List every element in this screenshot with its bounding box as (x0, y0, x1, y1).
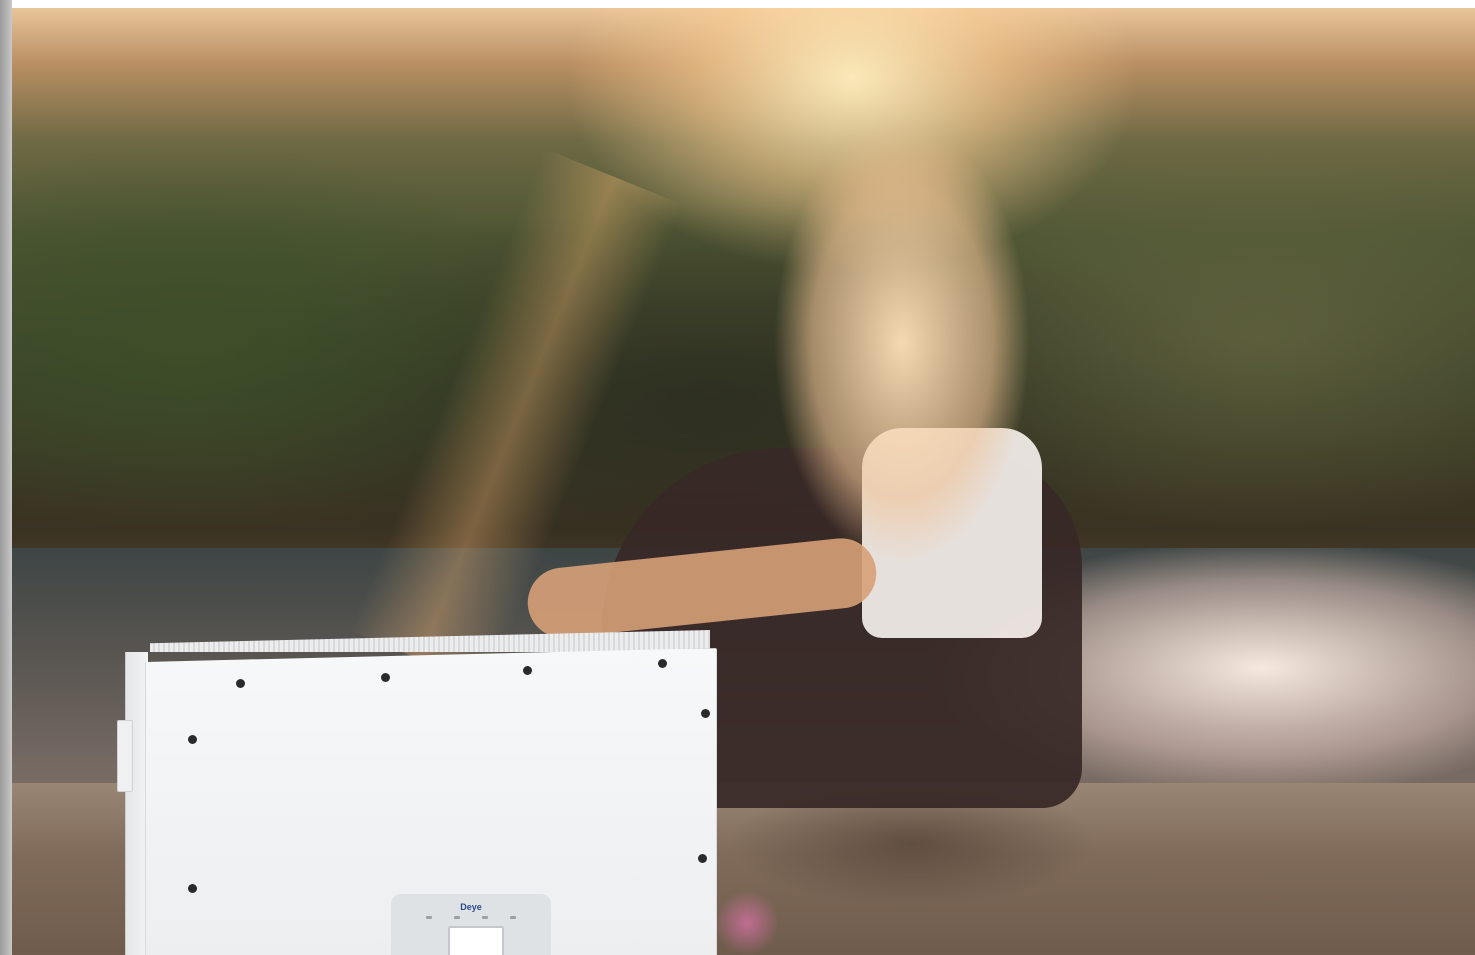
display-screen (448, 926, 504, 955)
led-indicator-icon (454, 916, 460, 919)
inverter-control-panel: Deye (391, 894, 551, 955)
led-indicator-icon (426, 916, 432, 919)
lens-flare (717, 888, 777, 955)
bolt-icon (698, 854, 707, 863)
bolt-icon (523, 666, 532, 675)
brand-logo: Deye (460, 902, 482, 912)
inverter-front-panel: Deye (145, 648, 717, 955)
inverter-heat-fins (150, 630, 710, 652)
photo-frame: Deye (0, 0, 1475, 955)
led-indicator-icon (510, 916, 516, 919)
bolt-icon (701, 709, 710, 718)
bolt-icon (381, 673, 390, 682)
bolt-icon (188, 884, 197, 893)
inverter-side (125, 652, 148, 955)
inverter-handle (117, 720, 133, 792)
bolt-icon (658, 659, 667, 668)
bolt-icon (188, 735, 197, 744)
solar-inverter: Deye (117, 630, 717, 955)
led-indicator-row (426, 916, 516, 924)
left-border (0, 0, 12, 955)
led-indicator-icon (482, 916, 488, 919)
person-hair (752, 103, 1082, 623)
bolt-icon (236, 679, 245, 688)
